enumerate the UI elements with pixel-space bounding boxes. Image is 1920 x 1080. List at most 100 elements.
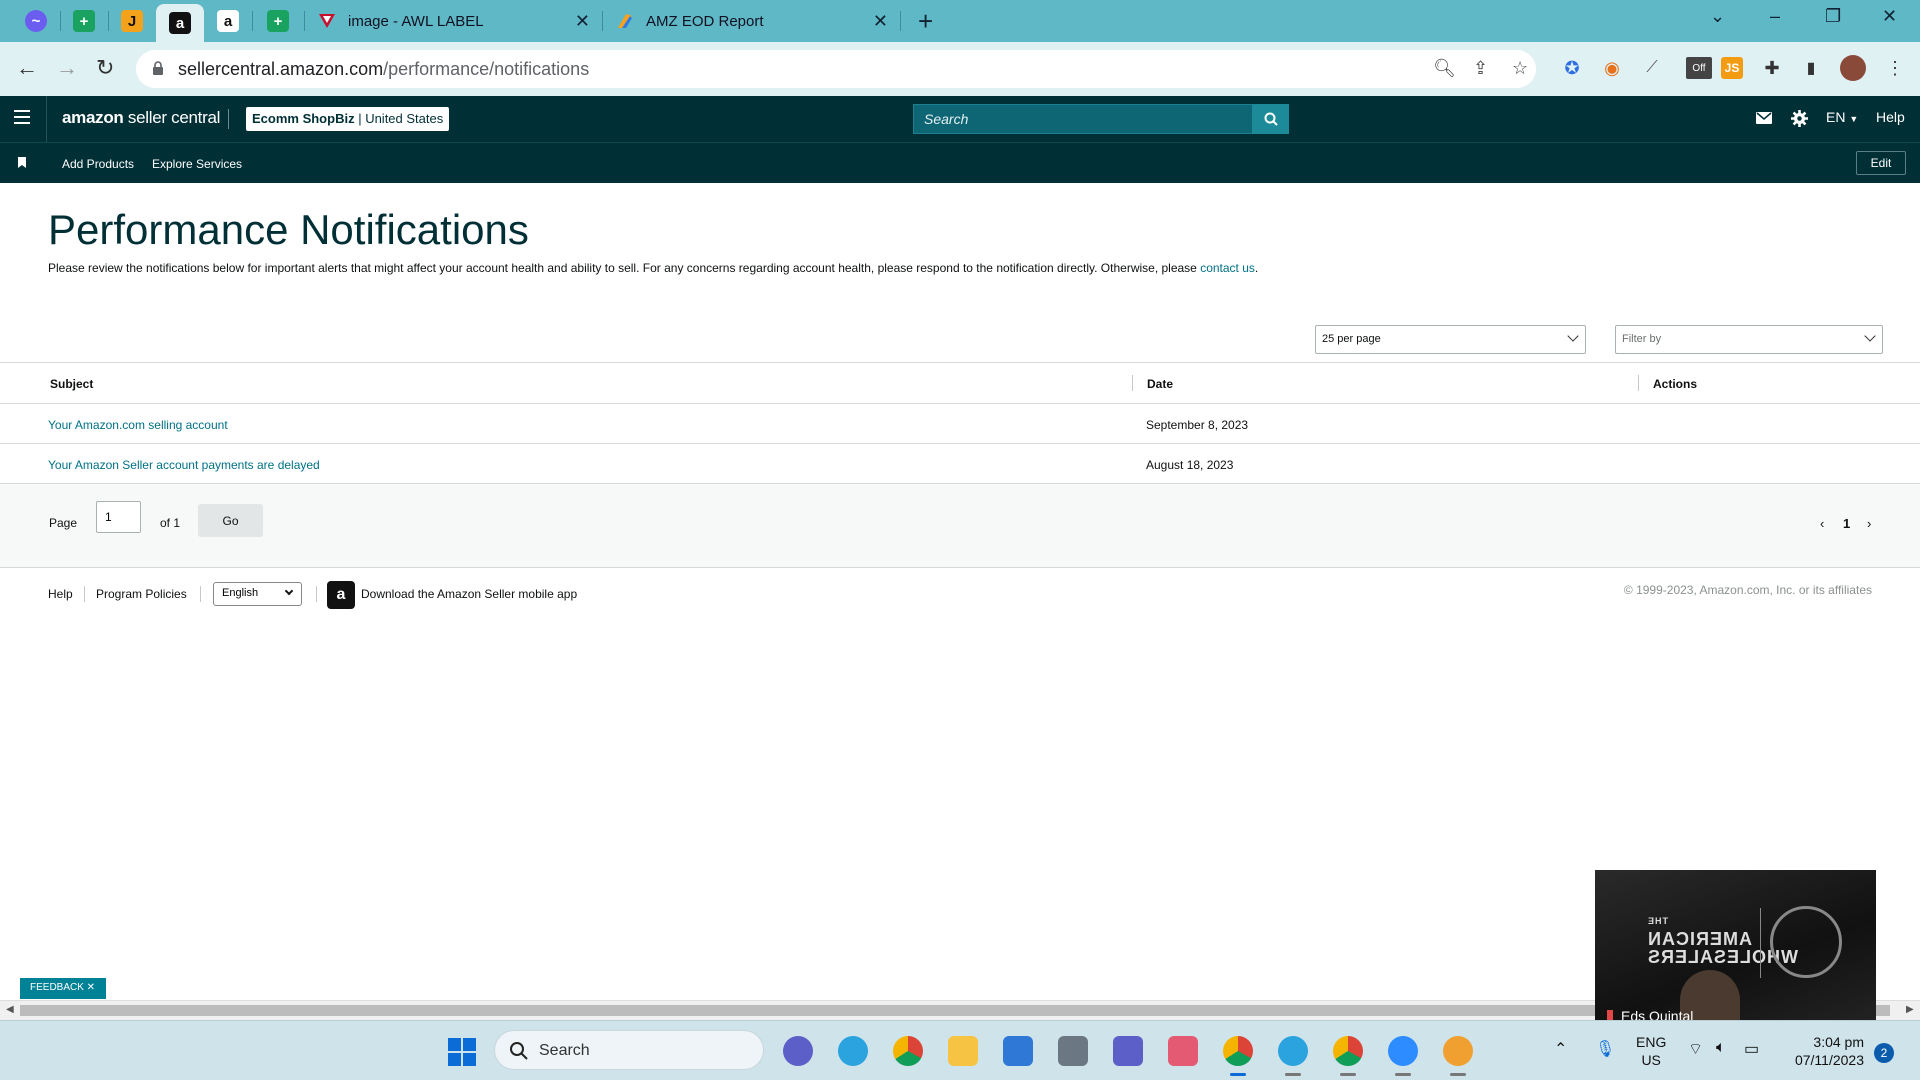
taskbar-search[interactable]: Search bbox=[494, 1030, 764, 1070]
tab-amz-eod-report[interactable]: AMZ EOD Report ✕ bbox=[616, 6, 888, 36]
scroll-right-arrow-icon[interactable]: ▶ bbox=[1906, 1004, 1914, 1015]
pinned-tab-amazon-active[interactable]: a bbox=[156, 4, 204, 42]
caret-down-icon: ▼ bbox=[1849, 114, 1859, 124]
filter-by-select[interactable]: Filter by bbox=[1615, 325, 1883, 354]
account-switcher[interactable]: Ecomm ShopBiz | United States bbox=[246, 107, 450, 131]
address-bar[interactable]: sellercentral.amazon.com/performance/not… bbox=[136, 50, 1536, 88]
search-input[interactable] bbox=[914, 105, 1254, 133]
extension-js-icon[interactable]: JS bbox=[1721, 57, 1743, 79]
footer-language-select[interactable]: English bbox=[213, 582, 302, 606]
microphone-icon[interactable]: 🎙︎ bbox=[1595, 1039, 1615, 1059]
column-header-date[interactable]: Date bbox=[1147, 377, 1173, 391]
bookmark-icon[interactable] bbox=[18, 157, 26, 168]
windows-start-icon[interactable] bbox=[448, 1038, 476, 1066]
footer-help-link[interactable]: Help bbox=[48, 587, 73, 601]
side-panel-icon[interactable]: ▮ bbox=[1800, 57, 1822, 79]
extension-icon[interactable]: ✪ bbox=[1561, 57, 1583, 79]
bookmark-star-icon[interactable]: ☆ bbox=[1512, 58, 1528, 79]
feedback-tab[interactable]: FEEDBACK ✕ bbox=[20, 978, 106, 999]
extension-off-badge[interactable]: Off bbox=[1686, 57, 1712, 79]
column-header-subject[interactable]: Subject bbox=[50, 377, 93, 391]
footer-program-policies-link[interactable]: Program Policies bbox=[96, 587, 187, 601]
teams-icon[interactable] bbox=[1113, 1036, 1143, 1066]
meet-now-icon[interactable] bbox=[783, 1036, 813, 1066]
wifi-icon[interactable]: ⌔ bbox=[1688, 1039, 1703, 1059]
browser-toolbar: ← → ↻ sellercentral.amazon.com/performan… bbox=[0, 42, 1920, 96]
contact-us-link[interactable]: contact us bbox=[1200, 261, 1255, 275]
language-selector[interactable]: EN ▼ bbox=[1826, 109, 1858, 125]
scroll-left-arrow-icon[interactable]: ◀ bbox=[6, 1004, 14, 1015]
extension-icon[interactable]: ◉ bbox=[1601, 57, 1623, 79]
telegram-icon[interactable] bbox=[1278, 1036, 1308, 1066]
search-button[interactable] bbox=[1252, 104, 1289, 134]
pinned-tab-messenger[interactable]: ~ bbox=[12, 6, 60, 36]
battery-icon[interactable]: ▭ bbox=[1744, 1039, 1759, 1059]
volume-icon[interactable]: 🔈︎ bbox=[1716, 1039, 1726, 1057]
pinned-tab-sheets-2[interactable]: + bbox=[254, 6, 302, 36]
column-divider bbox=[1638, 375, 1639, 391]
calculator-icon[interactable] bbox=[1058, 1036, 1088, 1066]
next-page-chevron-icon[interactable]: › bbox=[1867, 516, 1871, 531]
notification-subject-link[interactable]: Your Amazon Seller account payments are … bbox=[48, 458, 320, 472]
chrome-icon[interactable] bbox=[1333, 1036, 1363, 1066]
subnav-add-products[interactable]: Add Products bbox=[62, 157, 134, 171]
notification-subject-link[interactable]: Your Amazon.com selling account bbox=[48, 418, 228, 432]
share-icon[interactable]: ⇪ bbox=[1473, 58, 1488, 79]
snipping-tool-icon[interactable] bbox=[1168, 1036, 1198, 1066]
new-tab-button[interactable]: + bbox=[918, 6, 933, 37]
lock-icon bbox=[153, 61, 163, 75]
awl-logo-icon bbox=[319, 14, 335, 28]
pagination-bar: Page of 1 Go ‹ 1 › bbox=[0, 484, 1920, 568]
close-window-button[interactable]: ✕ bbox=[1882, 6, 1897, 27]
tab-separator bbox=[252, 11, 253, 31]
hamburger-menu-icon[interactable] bbox=[14, 110, 30, 128]
help-link[interactable]: Help bbox=[1876, 109, 1905, 125]
extension-icon[interactable]: ⟋ bbox=[1641, 57, 1663, 79]
telegram-icon[interactable] bbox=[838, 1036, 868, 1066]
pinned-tab-sheets[interactable]: + bbox=[60, 6, 108, 36]
profile-avatar[interactable] bbox=[1840, 55, 1866, 81]
minimize-button[interactable]: – bbox=[1770, 6, 1780, 27]
seller-central-logo[interactable]: amazon seller central bbox=[62, 108, 220, 128]
back-arrow-icon[interactable]: ← bbox=[16, 55, 38, 81]
per-page-select[interactable]: 25 per page bbox=[1315, 325, 1586, 354]
page-footer: Help Program Policies English a Download… bbox=[0, 580, 1920, 610]
reload-icon[interactable]: ↻ bbox=[96, 55, 114, 81]
notification-date: September 8, 2023 bbox=[1146, 418, 1249, 432]
close-tab-icon[interactable]: ✕ bbox=[575, 11, 590, 32]
tab-search-chevron-icon[interactable]: ⌄ bbox=[1710, 6, 1725, 27]
mail-icon[interactable] bbox=[1756, 112, 1772, 124]
chrome-menu-icon[interactable]: ⋮ bbox=[1884, 57, 1906, 79]
amazon-seller-app-icon[interactable]: a bbox=[327, 581, 355, 609]
restore-button[interactable]: ❐ bbox=[1825, 6, 1841, 27]
zoom-icon[interactable]: 🔍︎ bbox=[1433, 58, 1456, 79]
pinned-tab-amazon[interactable]: a bbox=[204, 6, 252, 36]
tab-awl-label[interactable]: image - AWL LABEL ✕ bbox=[318, 6, 590, 36]
pinned-tab-jungle-scout[interactable]: J bbox=[108, 6, 156, 36]
subnav-explore-services[interactable]: Explore Services bbox=[152, 157, 242, 171]
current-page-number[interactable]: 1 bbox=[1843, 516, 1850, 531]
edit-bookmarks-button[interactable]: Edit bbox=[1856, 151, 1906, 175]
previous-page-chevron-icon[interactable]: ‹ bbox=[1820, 516, 1824, 531]
file-explorer-icon[interactable] bbox=[948, 1036, 978, 1066]
zoom-icon[interactable] bbox=[1388, 1036, 1418, 1066]
notification-badge[interactable]: 2 bbox=[1874, 1043, 1894, 1063]
gear-icon[interactable] bbox=[1791, 110, 1808, 127]
go-button[interactable]: Go bbox=[198, 504, 263, 537]
tray-chevron-up-icon[interactable]: ⌃ bbox=[1554, 1039, 1567, 1059]
clock[interactable]: 3:04 pm 07/11/2023 bbox=[1786, 1033, 1864, 1069]
chrome-icon[interactable] bbox=[893, 1036, 923, 1066]
app-icon[interactable] bbox=[1443, 1036, 1473, 1066]
forward-arrow-icon[interactable]: → bbox=[56, 55, 78, 81]
webcam-overlay[interactable]: THE AMERICAN WHOLESALERS Eds Quintal bbox=[1595, 870, 1876, 1024]
download-app-link[interactable]: Download the Amazon Seller mobile app bbox=[361, 587, 577, 601]
input-language[interactable]: ENG US bbox=[1636, 1033, 1666, 1069]
extensions-puzzle-icon[interactable]: ✚ bbox=[1761, 57, 1783, 79]
url-domain: sellercentral.amazon.com bbox=[178, 59, 384, 79]
header-divider bbox=[228, 109, 229, 129]
account-region: United States bbox=[365, 111, 444, 126]
page-number-input[interactable] bbox=[96, 501, 141, 533]
close-tab-icon[interactable]: ✕ bbox=[873, 11, 888, 32]
notepad-icon[interactable] bbox=[1003, 1036, 1033, 1066]
chrome-icon[interactable] bbox=[1223, 1036, 1253, 1066]
